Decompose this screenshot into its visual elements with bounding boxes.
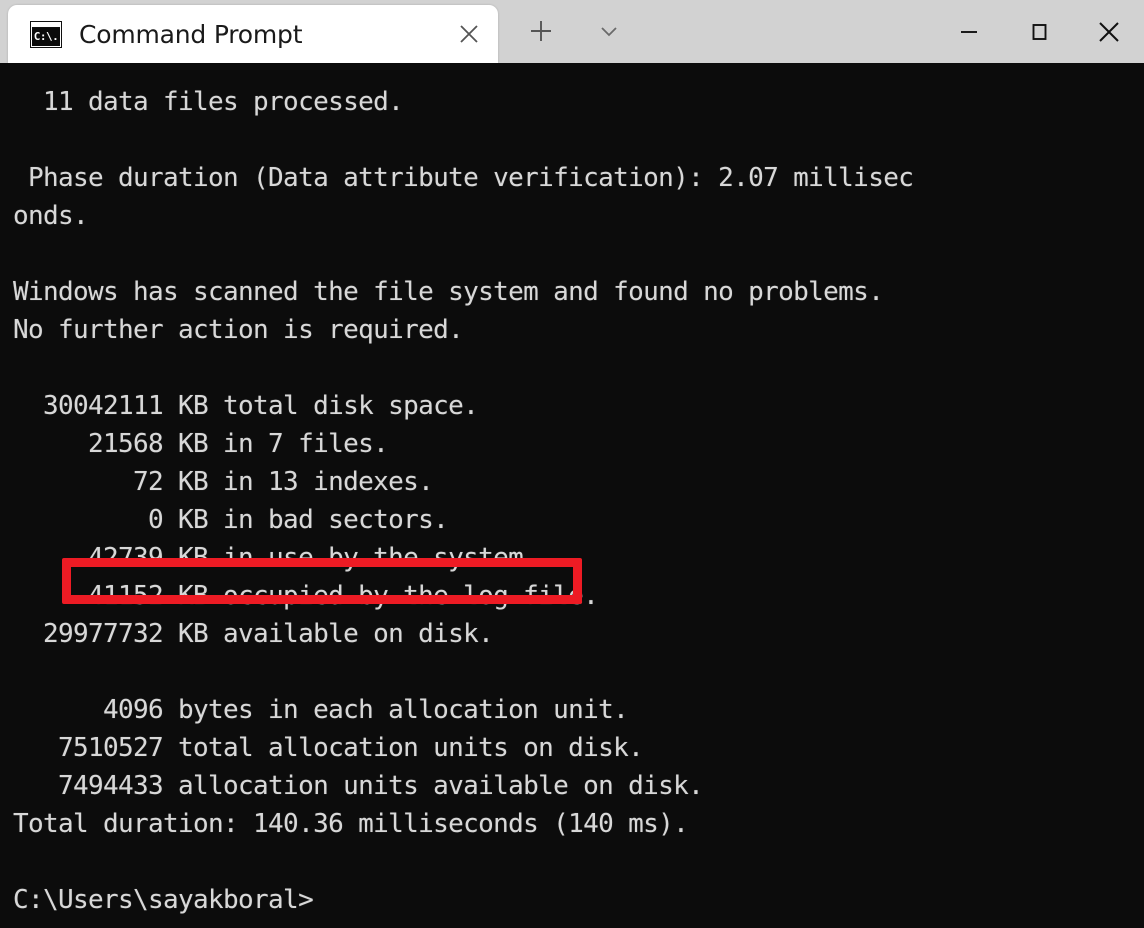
terminal-line: 72 KB in 13 indexes. bbox=[13, 467, 434, 497]
terminal-line: 21568 KB in 7 files. bbox=[13, 429, 389, 459]
console-icon: C:\. bbox=[30, 20, 62, 48]
console-icon-label: C:\. bbox=[32, 27, 60, 46]
terminal-line: C:\Users\sayakboral> bbox=[13, 885, 314, 915]
terminal-text-buffer: 11 data files processed. Phase duration … bbox=[13, 83, 1143, 919]
window-controls bbox=[934, 0, 1144, 63]
tab-title-label: Command Prompt bbox=[79, 19, 303, 49]
close-tab-icon[interactable] bbox=[446, 11, 492, 57]
terminal-line: 41152 KB occupied by the log file. bbox=[13, 581, 599, 611]
terminal-line: Total duration: 140.36 milliseconds (140… bbox=[13, 809, 689, 839]
terminal-output-area[interactable]: 11 data files processed. Phase duration … bbox=[0, 63, 1144, 928]
tab-strip: C:\. Command Prompt bbox=[0, 0, 700, 63]
tab-command-prompt[interactable]: C:\. Command Prompt bbox=[8, 5, 498, 63]
terminal-line: 42739 KB in use by the system. bbox=[13, 543, 539, 573]
terminal-line: 11 data files processed. bbox=[13, 87, 404, 117]
minimize-button[interactable] bbox=[934, 0, 1004, 63]
terminal-line: 30042111 KB total disk space. bbox=[13, 391, 479, 421]
terminal-line: 7494433 allocation units available on di… bbox=[13, 771, 704, 801]
terminal-line: Windows has scanned the file system and … bbox=[13, 277, 884, 307]
new-tab-button[interactable] bbox=[518, 8, 564, 54]
terminal-line: 4096 bytes in each allocation unit. bbox=[13, 695, 629, 725]
chevron-down-icon[interactable] bbox=[586, 8, 632, 54]
window-title-bar: C:\. Command Prompt bbox=[0, 0, 1144, 63]
terminal-line: 0 KB in bad sectors. bbox=[13, 505, 449, 535]
terminal-line: No further action is required. bbox=[13, 315, 464, 345]
terminal-line: 7510527 total allocation units on disk. bbox=[13, 733, 644, 763]
terminal-line: onds. bbox=[13, 201, 89, 231]
command-prompt-window: C:\. Command Prompt 11 data files proces… bbox=[0, 0, 1144, 928]
terminal-line: 29977732 KB available on disk. bbox=[13, 619, 494, 649]
close-window-button[interactable] bbox=[1074, 0, 1144, 63]
maximize-button[interactable] bbox=[1004, 0, 1074, 63]
terminal-line: Phase duration (Data attribute verificat… bbox=[13, 163, 914, 193]
